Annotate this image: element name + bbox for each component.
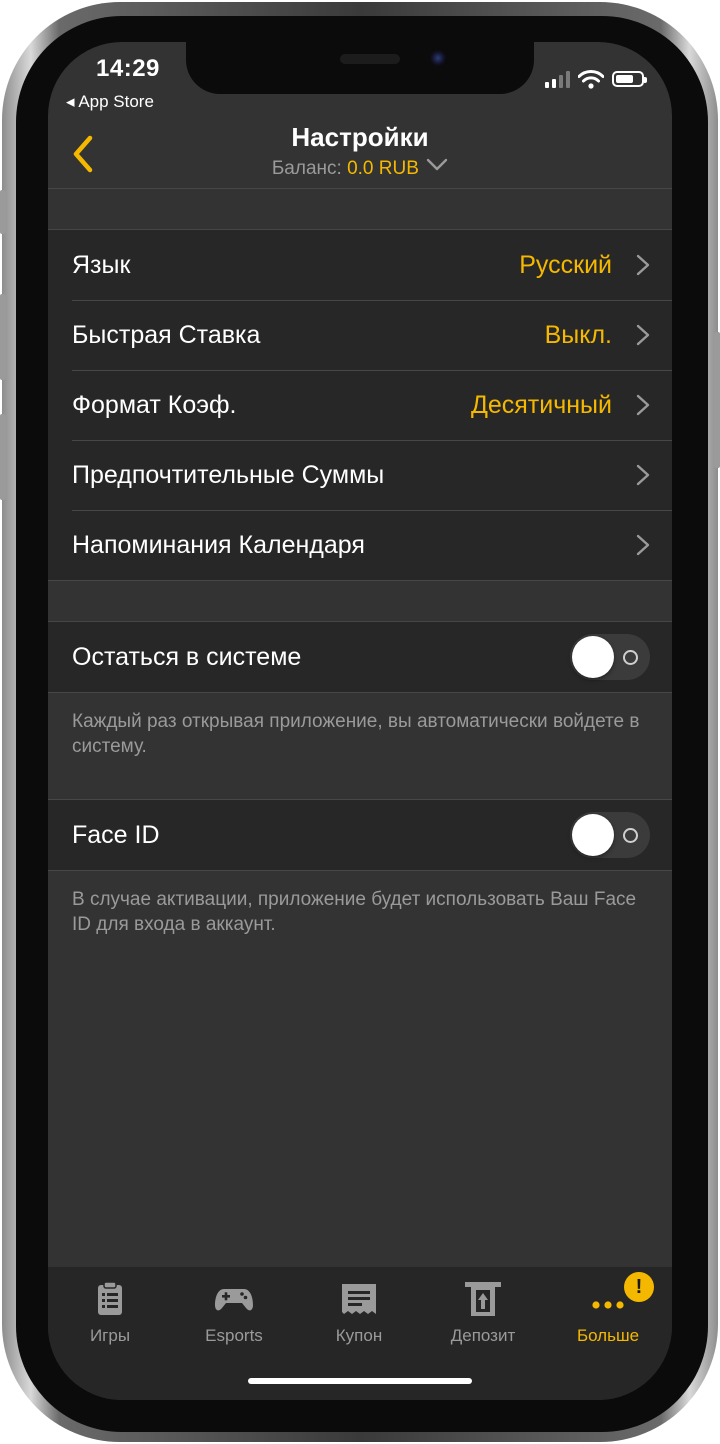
setting-row-quick-bet[interactable]: Быстрая Ставка Выкл. bbox=[48, 300, 672, 370]
battery-icon bbox=[612, 71, 647, 87]
volume-up-button bbox=[0, 294, 6, 380]
setting-row-language[interactable]: Язык Русский bbox=[48, 230, 672, 300]
stay-signed-in-section: Остаться в системе bbox=[48, 621, 672, 693]
stay-signed-in-toggle[interactable] bbox=[570, 634, 650, 680]
tab-more[interactable]: ! Больше bbox=[546, 1272, 670, 1355]
tab-label: Esports bbox=[205, 1326, 263, 1345]
more-dots-icon bbox=[592, 1301, 624, 1309]
notification-badge: ! bbox=[624, 1272, 654, 1302]
chevron-right-icon bbox=[636, 464, 650, 486]
chevron-right-icon bbox=[636, 254, 650, 276]
receipt-icon bbox=[342, 1284, 376, 1314]
notch bbox=[186, 42, 534, 94]
tab-label: Купон bbox=[335, 1326, 383, 1345]
status-time: 14:29 bbox=[96, 55, 160, 82]
face-id-row: Face ID bbox=[48, 800, 672, 870]
tab-esports[interactable]: Esports bbox=[172, 1275, 296, 1355]
chevron-down-icon bbox=[426, 158, 448, 171]
setting-value: Выкл. bbox=[544, 321, 612, 349]
home-indicator bbox=[248, 1378, 472, 1384]
stay-signed-in-note: Каждый раз открывая приложение, вы автом… bbox=[72, 711, 640, 757]
setting-row-calendar-reminders[interactable]: Напоминания Календаря bbox=[48, 510, 672, 580]
tab-label: Депозит bbox=[450, 1326, 516, 1345]
toggle-knob bbox=[572, 814, 614, 856]
volume-down-button bbox=[0, 414, 6, 500]
cellular-signal-icon bbox=[545, 70, 570, 88]
face-id-section: Face ID bbox=[48, 799, 672, 871]
balance-value: 0.0 RUB bbox=[347, 158, 419, 179]
setting-label: Язык bbox=[72, 251, 131, 279]
toggle-knob bbox=[572, 636, 614, 678]
chevron-right-icon bbox=[636, 394, 650, 416]
face-id-note: В случае активации, приложение будет исп… bbox=[72, 889, 637, 935]
front-camera bbox=[430, 50, 446, 66]
setting-value: Десятичный bbox=[470, 391, 612, 419]
stay-signed-in-row: Остаться в системе bbox=[48, 622, 672, 692]
toggle-off-indicator bbox=[623, 828, 638, 843]
clipboard-icon bbox=[98, 1281, 122, 1315]
toggle-off-indicator bbox=[623, 650, 638, 665]
gamepad-icon bbox=[215, 1289, 253, 1311]
settings-list: Язык Русский Быстрая Ставка Выкл. Формат… bbox=[48, 229, 672, 581]
tab-label: Игры bbox=[89, 1326, 131, 1345]
tab-deposit[interactable]: Депозит bbox=[421, 1275, 545, 1355]
phone-bezel: 14:29 ◂ App Store Настройки Баланс: 0.0 … bbox=[16, 16, 708, 1432]
setting-label: Формат Коэф. bbox=[72, 391, 237, 419]
balance-label: Баланс: bbox=[271, 158, 342, 179]
setting-label: Напоминания Календаря bbox=[72, 531, 365, 559]
status-icons bbox=[545, 68, 647, 90]
tab-games[interactable]: Игры bbox=[48, 1275, 172, 1355]
setting-label: Предпочтительные Суммы bbox=[72, 461, 385, 489]
setting-label: Быстрая Ставка bbox=[72, 321, 261, 349]
stay-signed-in-label: Остаться в системе bbox=[72, 643, 302, 671]
phone-frame: 14:29 ◂ App Store Настройки Баланс: 0.0 … bbox=[0, 2, 720, 1442]
page-title: Настройки bbox=[291, 122, 429, 152]
power-button bbox=[714, 332, 720, 468]
setting-row-preferred-amounts[interactable]: Предпочтительные Суммы bbox=[48, 440, 672, 510]
balance-selector[interactable]: Баланс: 0.0 RUB bbox=[48, 158, 672, 180]
setting-row-odds-format[interactable]: Формат Коэф. Десятичный bbox=[48, 370, 672, 440]
tab-coupon[interactable]: Купон bbox=[297, 1275, 421, 1355]
screen: 14:29 ◂ App Store Настройки Баланс: 0.0 … bbox=[48, 42, 672, 1400]
tab-label: Больше bbox=[576, 1326, 640, 1345]
wifi-icon bbox=[578, 69, 604, 89]
speaker-grille bbox=[340, 54, 400, 64]
nav-header: Настройки Баланс: 0.0 RUB bbox=[48, 114, 672, 189]
chevron-right-icon bbox=[636, 534, 650, 556]
face-id-toggle[interactable] bbox=[570, 812, 650, 858]
face-id-label: Face ID bbox=[72, 821, 160, 849]
deposit-icon bbox=[465, 1282, 501, 1316]
back-to-app-store-link[interactable]: ◂ App Store bbox=[66, 92, 154, 112]
setting-value: Русский bbox=[519, 251, 612, 279]
mute-switch bbox=[0, 190, 6, 234]
chevron-right-icon bbox=[636, 324, 650, 346]
